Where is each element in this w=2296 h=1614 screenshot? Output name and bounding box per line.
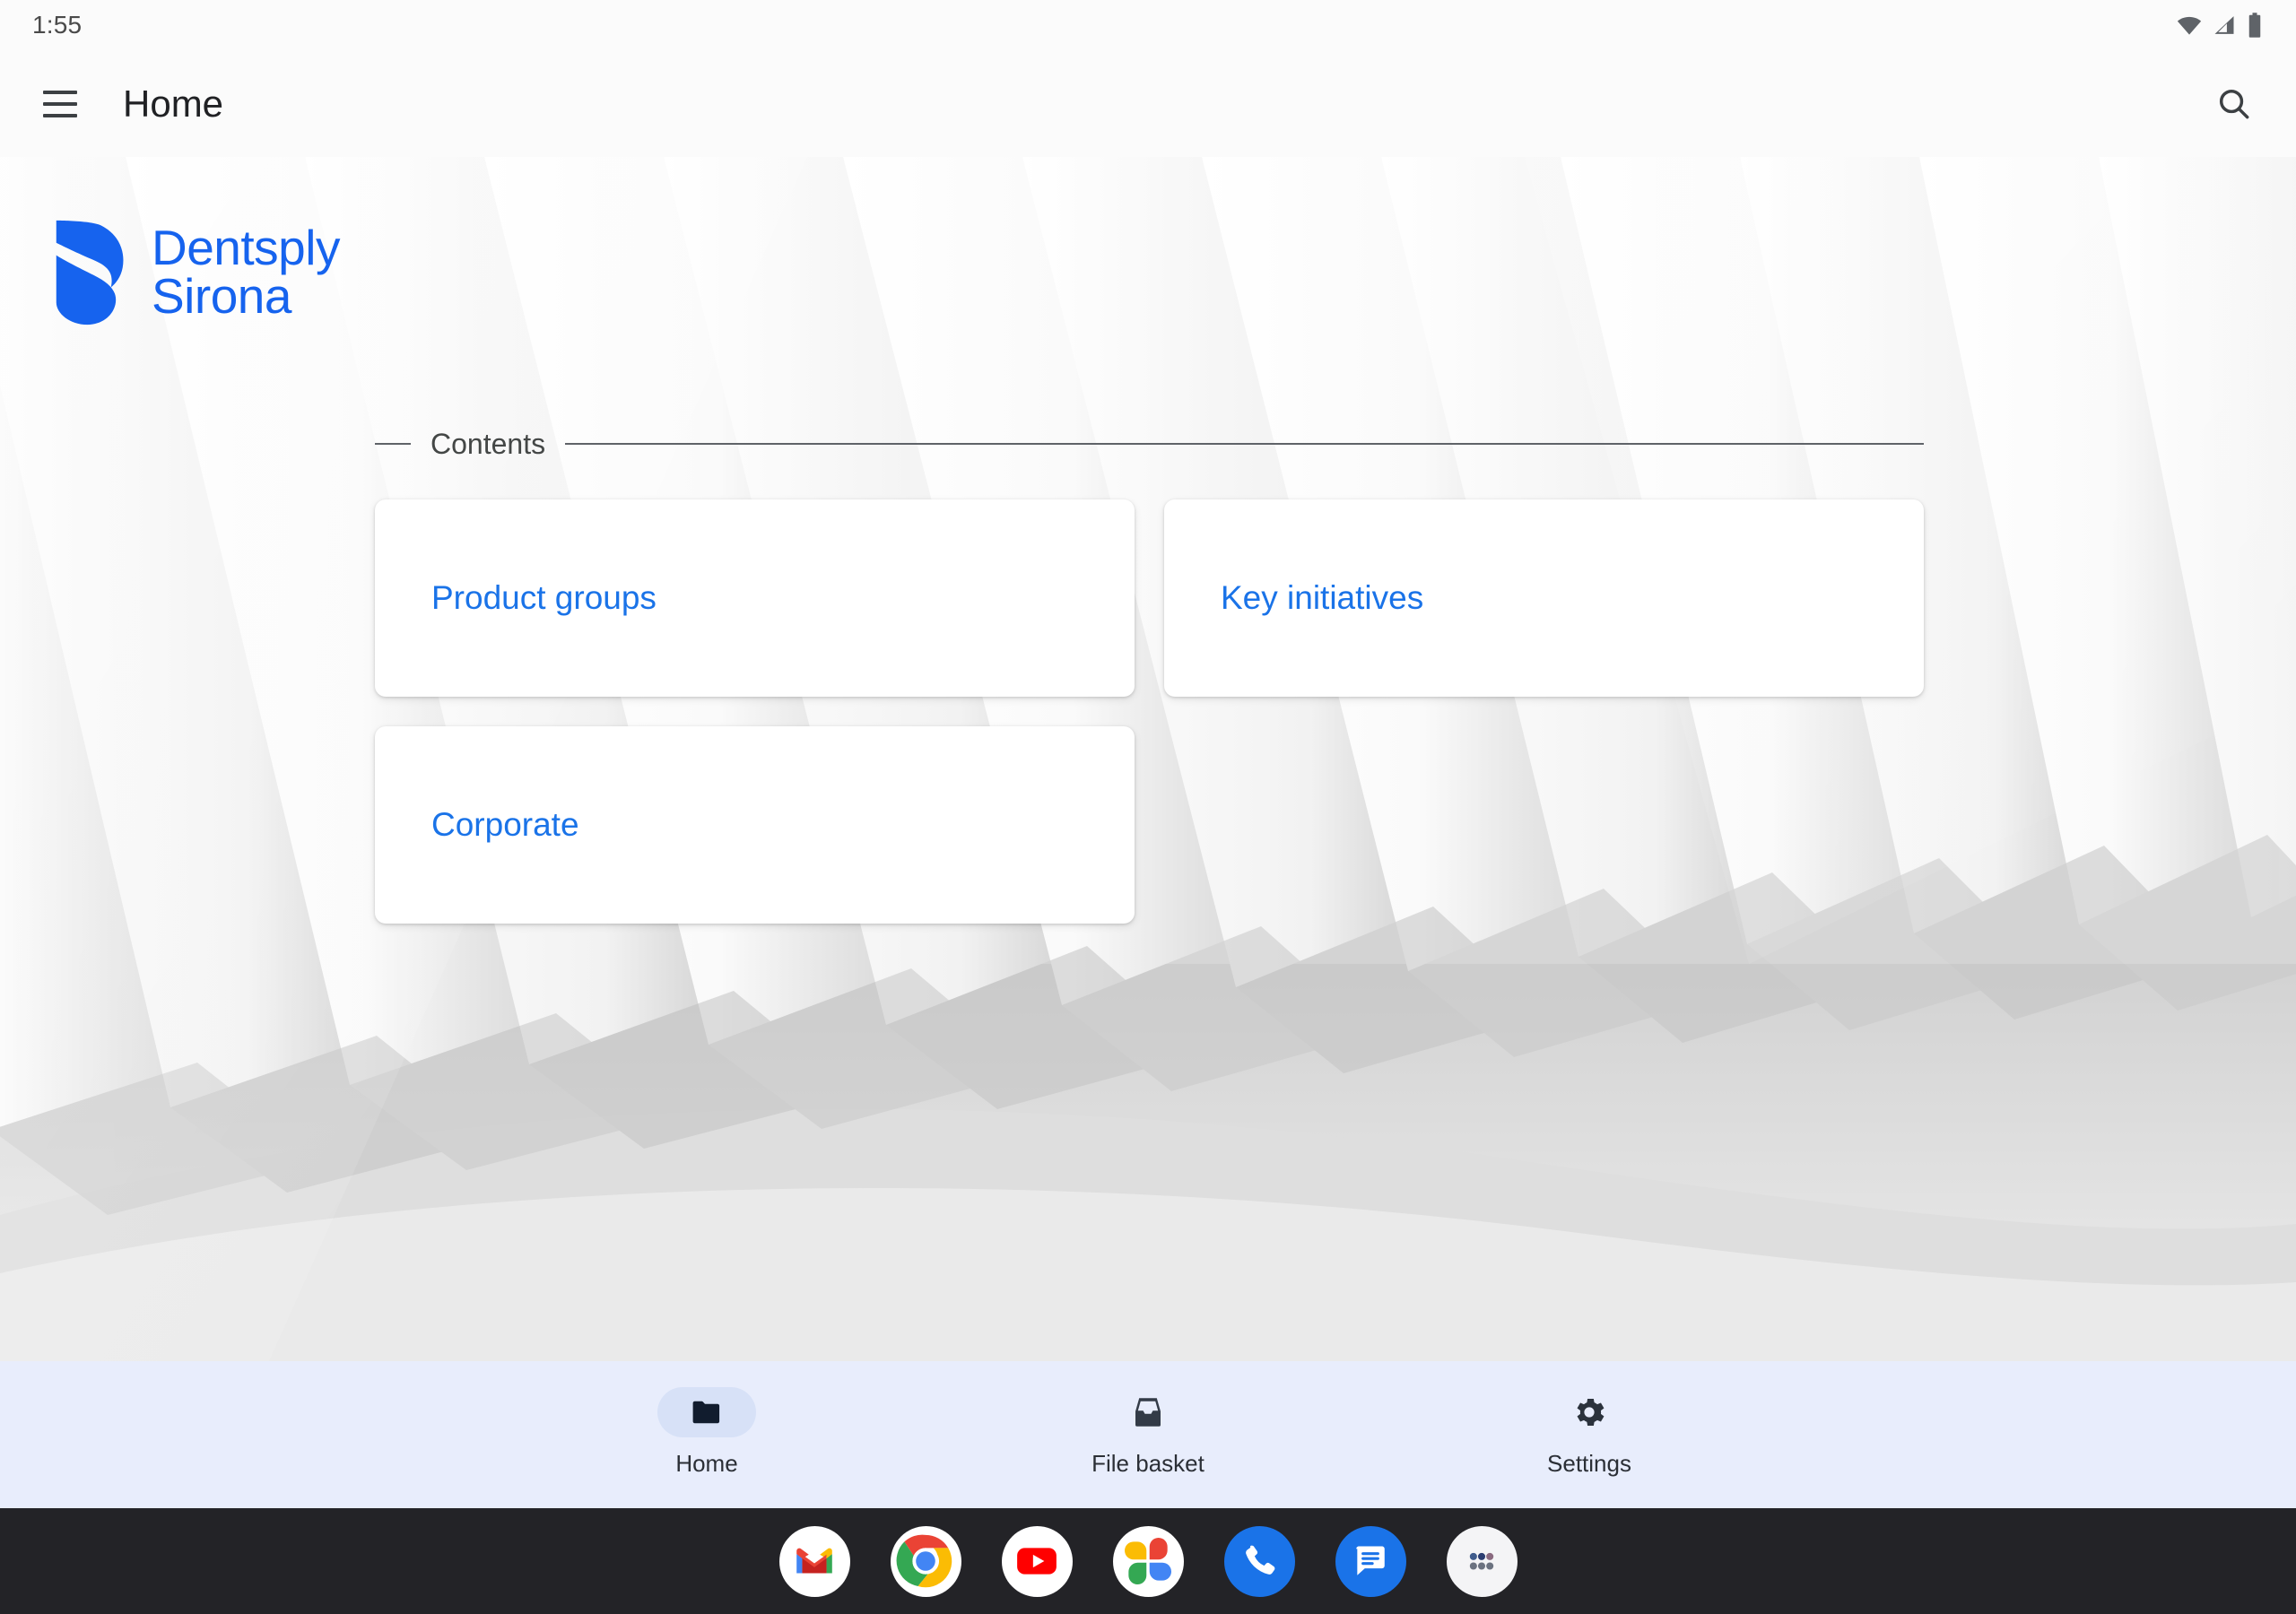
card-label: Corporate [431, 806, 579, 843]
youtube-icon[interactable] [1001, 1525, 1073, 1597]
nav-item-file-basket[interactable]: File basket [1045, 1387, 1251, 1478]
bottom-navigation-bar: Home File basket Settings [0, 1361, 2296, 1508]
gear-icon [1577, 1398, 1605, 1426]
brand-line-2: Sirona [152, 268, 291, 324]
chrome-icon[interactable] [890, 1525, 961, 1597]
nav-item-label: Home [675, 1449, 738, 1477]
nav-item-label: File basket [1091, 1449, 1205, 1477]
brand-line-1: Dentsply [152, 220, 340, 276]
nav-item-settings[interactable]: Settings [1486, 1387, 1692, 1478]
status-bar-icons [2176, 12, 2264, 39]
nav-icon-wrap [1099, 1387, 1197, 1437]
app-drawer-icon[interactable] [1446, 1525, 1518, 1597]
card-label: Key initiatives [1221, 579, 1424, 616]
search-icon[interactable] [2203, 73, 2266, 135]
google-photos-icon[interactable] [1112, 1525, 1184, 1597]
contents-card-grid: Product groups Key initiatives Corporate [375, 499, 1924, 924]
hamburger-menu-icon[interactable] [30, 74, 90, 134]
inbox-tray-icon [1135, 1397, 1161, 1427]
nav-item-home[interactable]: Home [604, 1386, 810, 1478]
card-label: Product groups [431, 579, 657, 616]
legend-rule-left [375, 443, 411, 445]
dentsply-sirona-s-mark [56, 220, 124, 325]
nav-active-indicator [657, 1386, 756, 1437]
brand-logo: Dentsply Sirona [54, 215, 340, 330]
contents-legend-label: Contents [430, 427, 546, 460]
wifi-icon [2177, 16, 2202, 35]
content-card-key-initiatives[interactable]: Key initiatives [1164, 499, 1924, 697]
cell-signal-icon [2214, 16, 2234, 34]
gmail-icon[interactable] [778, 1525, 850, 1597]
status-bar-clock: 1:55 [32, 11, 83, 39]
legend-rule-right [565, 443, 1924, 445]
brand-wordmark: Dentsply Sirona [152, 220, 340, 324]
phone-icon[interactable] [1223, 1525, 1295, 1597]
page-title: Home [123, 82, 224, 125]
android-dock [0, 1508, 2296, 1614]
contents-section: Contents Product groups Key initiatives … [375, 426, 1924, 924]
content-card-product-groups[interactable]: Product groups [375, 499, 1135, 697]
content-card-corporate[interactable]: Corporate [375, 726, 1135, 924]
nav-icon-wrap [1540, 1387, 1639, 1437]
battery-icon [2248, 13, 2261, 38]
main-content: Dentsply Sirona Contents Product groups … [0, 157, 2296, 1361]
app-bar: Home [0, 50, 2296, 157]
status-bar: 1:55 [0, 0, 2296, 50]
nav-item-label: Settings [1547, 1449, 1631, 1477]
folder-icon [692, 1401, 720, 1423]
contents-legend: Contents [375, 426, 1924, 462]
messages-icon[interactable] [1335, 1525, 1406, 1597]
